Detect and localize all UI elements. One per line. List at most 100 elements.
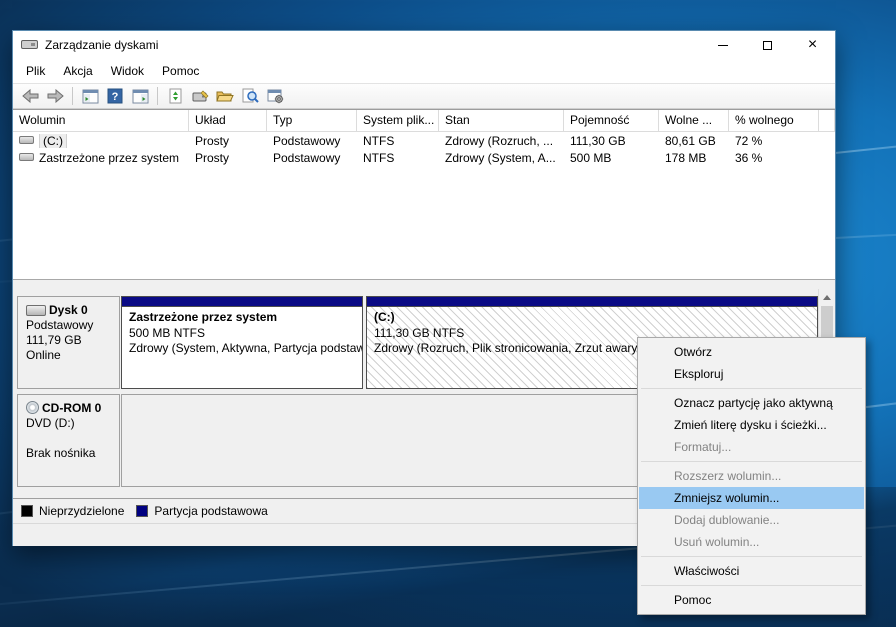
scroll-up-icon[interactable]	[819, 289, 835, 305]
menu-item-help[interactable]: Pomoc	[639, 589, 864, 611]
column-header-filler	[819, 110, 835, 131]
volume-icon	[19, 136, 34, 144]
table-row[interactable]: (C:) Prosty Podstawowy NTFS Zdrowy (Rozr…	[13, 132, 835, 149]
menu-item-open[interactable]: Otwórz	[639, 341, 864, 363]
minimize-button[interactable]	[700, 31, 745, 59]
menu-separator	[641, 556, 862, 557]
partition-size: 500 MB NTFS	[129, 326, 356, 342]
partition-system-reserved[interactable]: Zastrzeżone przez system 500 MB NTFS Zdr…	[121, 296, 363, 389]
disk-status: Brak nośnika	[26, 446, 115, 461]
cell-percent-free: 36 %	[729, 151, 819, 165]
cell-capacity: 500 MB	[564, 151, 659, 165]
cell-filesystem: NTFS	[357, 151, 439, 165]
show-action-pane-icon[interactable]	[129, 85, 151, 107]
partition-status: Zdrowy (System, Aktywna, Partycja podsta…	[129, 341, 356, 357]
menu-item-shrink-volume[interactable]: Zmniejsz wolumin...	[639, 487, 864, 509]
cell-type: Podstawowy	[267, 134, 357, 148]
toolbar-separator	[157, 87, 158, 105]
cell-free: 80,61 GB	[659, 134, 729, 148]
volume-name: Zastrzeżone przez system	[39, 151, 179, 165]
window-title: Zarządzanie dyskami	[45, 38, 158, 52]
menu-file[interactable]: Plik	[17, 61, 54, 81]
show-console-tree-icon[interactable]	[79, 85, 101, 107]
cdrom-label-panel[interactable]: CD-ROM 0 DVD (D:) Brak nośnika	[17, 394, 120, 487]
disk0-label-panel[interactable]: Dysk 0 Podstawowy 111,79 GB Online	[17, 296, 120, 389]
menu-separator	[641, 388, 862, 389]
minimize-icon	[718, 45, 728, 46]
column-header[interactable]: % wolnego	[729, 110, 819, 131]
column-header[interactable]: Typ	[267, 110, 357, 131]
desktop-wallpaper: Zarządzanie dyskami × Plik Akcja Widok P…	[0, 0, 896, 627]
menu-item-mark-partition-active[interactable]: Oznacz partycję jako aktywną	[639, 392, 864, 414]
column-header[interactable]: Układ	[189, 110, 267, 131]
cell-type: Podstawowy	[267, 151, 357, 165]
menu-item-format: Formatuj...	[639, 436, 864, 458]
cell-filesystem: NTFS	[357, 134, 439, 148]
help-icon[interactable]: ?	[104, 85, 126, 107]
toolbar-separator	[72, 87, 73, 105]
maximize-button[interactable]	[745, 31, 790, 59]
legend-swatch-primary-partition	[136, 505, 148, 517]
menu-separator	[641, 461, 862, 462]
refresh-icon[interactable]	[164, 85, 186, 107]
disk-name: Dysk 0	[49, 303, 88, 317]
menu-item-extend-volume: Rozszerz wolumin...	[639, 465, 864, 487]
column-header[interactable]: Stan	[439, 110, 564, 131]
disk-management-app-icon	[21, 38, 39, 52]
volume-list: Wolumin Układ Typ System plik... Stan Po…	[13, 109, 835, 279]
table-row[interactable]: Zastrzeżone przez system Prosty Podstawo…	[13, 149, 835, 166]
cell-layout: Prosty	[189, 151, 267, 165]
disk-status: Online	[26, 348, 115, 363]
menu-help[interactable]: Pomoc	[153, 61, 208, 81]
menu-item-change-drive-letter[interactable]: Zmień literę dysku i ścieżki...	[639, 414, 864, 436]
toolbar: ?	[13, 83, 835, 109]
menu-separator	[641, 585, 862, 586]
menu-item-delete-volume: Usuń wolumin...	[639, 531, 864, 553]
open-folder-icon[interactable]	[214, 85, 236, 107]
volume-icon	[19, 153, 34, 161]
search-icon[interactable]	[239, 85, 261, 107]
partition-context-menu: Otwórz Eksploruj Oznacz partycję jako ak…	[637, 337, 866, 615]
svg-text:?: ?	[112, 91, 119, 103]
titlebar[interactable]: Zarządzanie dyskami ×	[13, 31, 835, 59]
column-header[interactable]: Wolumin	[13, 110, 189, 131]
partition-color-band	[122, 297, 362, 307]
cell-percent-free: 72 %	[729, 134, 819, 148]
legend-label: Nieprzydzielone	[39, 504, 124, 518]
cell-status: Zdrowy (Rozruch, ...	[439, 134, 564, 148]
volume-name: (C:)	[39, 134, 67, 148]
menu-item-explore[interactable]: Eksploruj	[639, 363, 864, 385]
column-header[interactable]: System plik...	[357, 110, 439, 131]
disk-type: Podstawowy	[26, 318, 115, 333]
column-header[interactable]: Pojemność	[564, 110, 659, 131]
cell-capacity: 111,30 GB	[564, 134, 659, 148]
column-header[interactable]: Wolne ...	[659, 110, 729, 131]
menu-action[interactable]: Akcja	[54, 61, 101, 81]
cell-status: Zdrowy (System, A...	[439, 151, 564, 165]
disk-size: 111,79 GB	[26, 333, 115, 348]
volume-list-header: Wolumin Układ Typ System plik... Stan Po…	[13, 110, 835, 132]
legend-swatch-unallocated	[21, 505, 33, 517]
legend-label: Partycja podstawowa	[154, 504, 267, 518]
close-icon: ×	[808, 37, 817, 53]
menu-item-add-mirror: Dodaj dublowanie...	[639, 509, 864, 531]
forward-icon[interactable]	[44, 85, 66, 107]
menu-view[interactable]: Widok	[102, 61, 153, 81]
disk-type: DVD (D:)	[26, 416, 115, 431]
pane-splitter[interactable]	[13, 279, 835, 288]
partition-name: Zastrzeżone przez system	[129, 310, 356, 326]
disk-name: CD-ROM 0	[42, 401, 101, 415]
disk-icon	[26, 305, 46, 316]
maximize-icon	[763, 41, 772, 50]
cell-free: 178 MB	[659, 151, 729, 165]
partition-color-band	[367, 297, 817, 307]
cd-icon	[26, 401, 39, 414]
rescan-disks-icon[interactable]	[189, 85, 211, 107]
cell-layout: Prosty	[189, 134, 267, 148]
partition-name: (C:)	[374, 310, 811, 326]
back-icon[interactable]	[19, 85, 41, 107]
menu-item-properties[interactable]: Właściwości	[639, 560, 864, 582]
close-button[interactable]: ×	[790, 31, 835, 59]
properties-icon[interactable]	[264, 85, 286, 107]
menu-bar: Plik Akcja Widok Pomoc	[13, 59, 835, 83]
